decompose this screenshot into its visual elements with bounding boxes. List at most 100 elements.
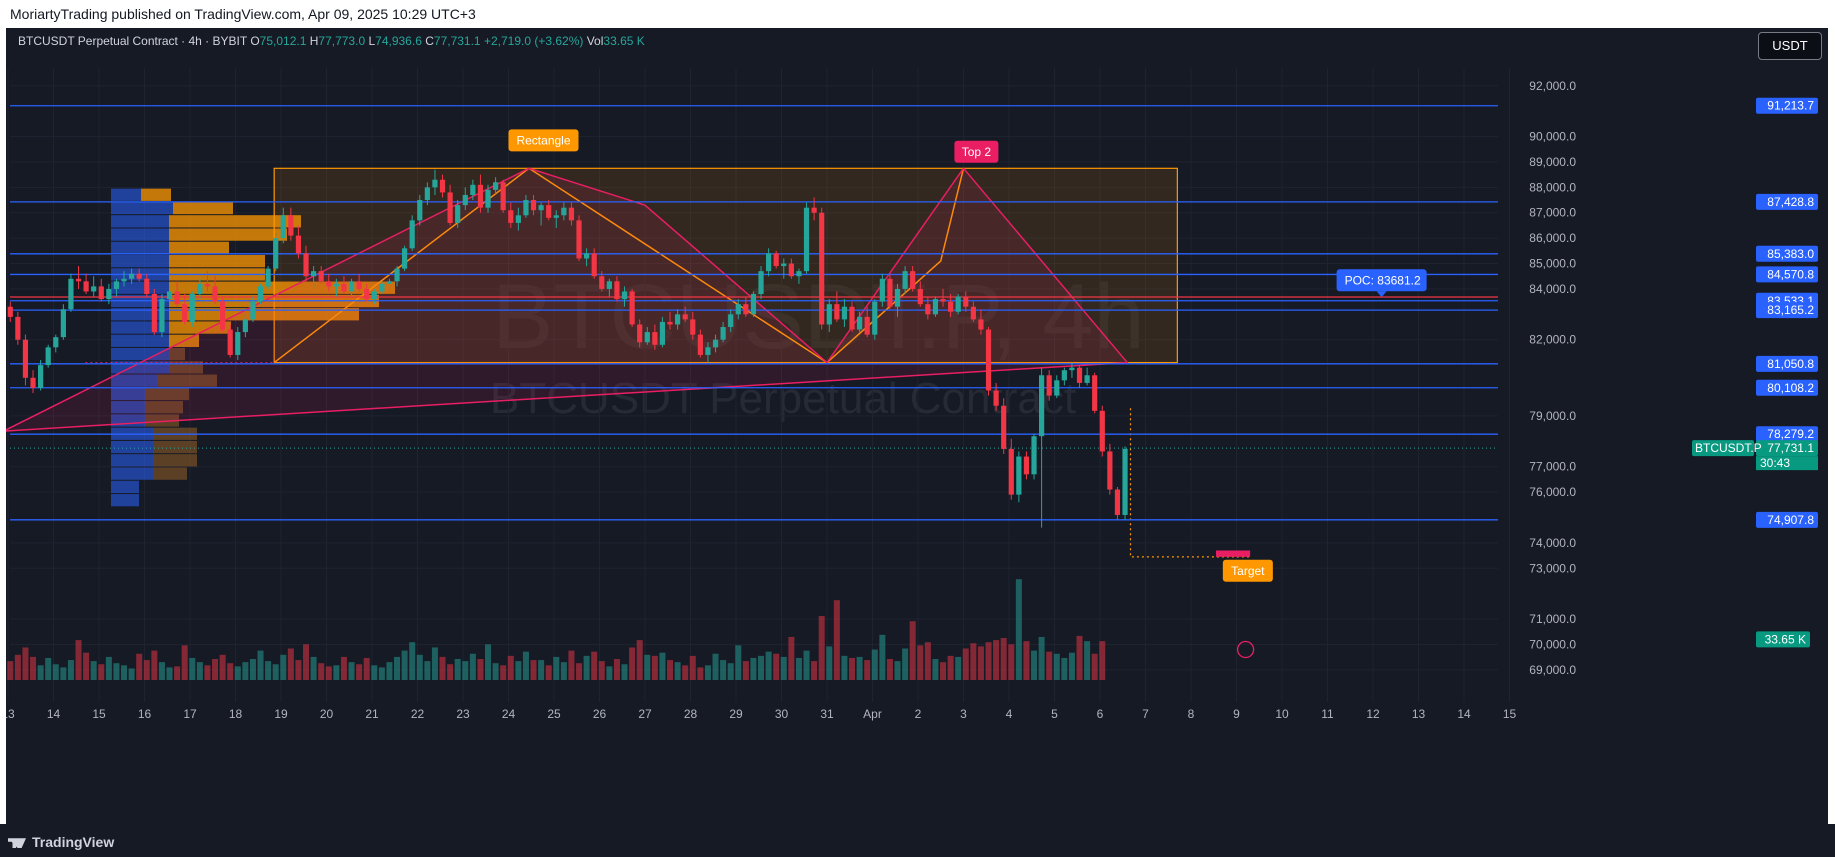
candle-body (1084, 375, 1090, 383)
candle-body (371, 291, 377, 300)
candle-body (424, 187, 430, 201)
candle-body (136, 273, 142, 279)
volume-bar (75, 640, 82, 680)
volume-bar (811, 661, 818, 680)
volume-bar (340, 656, 347, 680)
level-price-tag: 83,165.2 (1767, 303, 1814, 317)
volume-bar (1015, 579, 1022, 680)
volume-bar (67, 660, 74, 680)
candle-body (584, 253, 590, 259)
volume-profile-bar-buy (111, 334, 169, 347)
volume-profile-bar-sell (169, 255, 265, 268)
volume-bar (932, 659, 939, 680)
x-tick-label: 18 (229, 707, 243, 721)
level-price-tag: 85,383.0 (1767, 247, 1814, 261)
y-tick-label: 71,000.0 (1529, 612, 1576, 626)
volume-profile-bar-buy (111, 228, 169, 241)
volume-bar (363, 657, 370, 680)
x-tick-label: 15 (1503, 707, 1517, 721)
volume-bar (219, 654, 226, 680)
volume-bar (985, 642, 992, 680)
time-axis[interactable]: 13141516171819202122232425262728293031Ap… (6, 707, 1516, 721)
volume-bar (386, 662, 393, 680)
volume-bar (60, 667, 67, 680)
x-tick-label: 24 (502, 707, 516, 721)
volume-bar (970, 643, 977, 680)
candle-body (1046, 375, 1052, 396)
volume-profile-bar-sell (169, 241, 229, 255)
currency-button[interactable]: USDT (1758, 32, 1822, 60)
volume-profile-bar-sell (141, 188, 171, 201)
volume-bar (113, 663, 120, 680)
candle-body (273, 238, 279, 269)
candle-body (189, 294, 195, 322)
volume-bar (227, 663, 234, 680)
x-tick-label: 26 (593, 707, 607, 721)
volume-bar (864, 660, 871, 680)
candle-body (379, 283, 385, 292)
y-tick-label: 89,000.0 (1529, 155, 1576, 169)
y-tick-label: 77,000.0 (1529, 460, 1576, 474)
volume-bar (909, 621, 916, 680)
volume-bar (136, 653, 143, 680)
candle-body (280, 215, 286, 239)
candle-body (910, 271, 916, 289)
volume-bar (242, 662, 249, 680)
x-tick-label: 27 (638, 707, 652, 721)
candle-body (60, 309, 66, 338)
price-chart[interactable]: BTCUSDT.P, 4h BTCUSDT Perpetual Contract… (6, 28, 1828, 824)
level-price-tag: 80,108.2 (1767, 381, 1814, 395)
price-axis[interactable]: 92,000.0 90,000.0 89,000.0 88,000.0 87,000.0… (1529, 79, 1576, 677)
lightning-icon[interactable] (1236, 640, 1255, 659)
volume-bar (826, 646, 833, 680)
candle-body (1114, 489, 1121, 515)
x-tick-label: 16 (138, 707, 152, 721)
volume-value: 33.65 K (603, 34, 645, 48)
volume-bar (788, 636, 795, 680)
volume-bar (30, 656, 37, 680)
candle-body (728, 314, 734, 328)
candle-body (720, 327, 726, 340)
chart-panel[interactable]: BTCUSDT.P, 4h BTCUSDT Perpetual Contract… (6, 28, 1828, 824)
volume-profile-bar-sell (153, 454, 197, 467)
candle-body (1016, 456, 1022, 495)
volume-bar (1084, 641, 1091, 680)
volume-bar (151, 650, 158, 680)
x-tick-label: 20 (320, 707, 334, 721)
tradingview-logo[interactable]: TradingView (8, 834, 114, 850)
volume-bar (538, 660, 545, 680)
volume-bar (469, 653, 476, 680)
candle-body (940, 299, 946, 302)
candle-body (22, 339, 29, 378)
volume-bar (1053, 653, 1060, 680)
volume-bar (568, 650, 575, 680)
volume-profile-bar-buy (111, 480, 139, 494)
candle-body (1092, 375, 1098, 411)
volume-bar (204, 665, 211, 680)
candle-body (690, 319, 696, 335)
volume-bar (720, 660, 727, 680)
candle-body (667, 321, 673, 325)
candle-body (356, 281, 362, 289)
candle-body (129, 273, 135, 279)
candle-body (45, 347, 51, 366)
volume-bar (462, 661, 469, 680)
candle-body (530, 200, 537, 211)
candle-body (803, 207, 810, 272)
legend-header: BTCUSDT Perpetual Contract · 4h · BYBIT … (18, 34, 645, 48)
volume-bar (704, 665, 711, 680)
volume-bar (295, 660, 302, 680)
candle-body (91, 286, 97, 292)
candle-body (447, 192, 453, 223)
x-tick-label: 13 (1412, 707, 1426, 721)
annotation-label: Top 2 (962, 145, 992, 159)
candle-body (265, 268, 271, 287)
candle-body (659, 321, 666, 345)
y-tick-label: 73,000.0 (1529, 561, 1576, 575)
volume-bar (576, 663, 583, 680)
volume-bar (128, 668, 135, 680)
volume-bar (651, 655, 658, 680)
candle-body (637, 324, 643, 343)
volume-bars (7, 579, 1106, 680)
volume-bar (121, 665, 128, 680)
